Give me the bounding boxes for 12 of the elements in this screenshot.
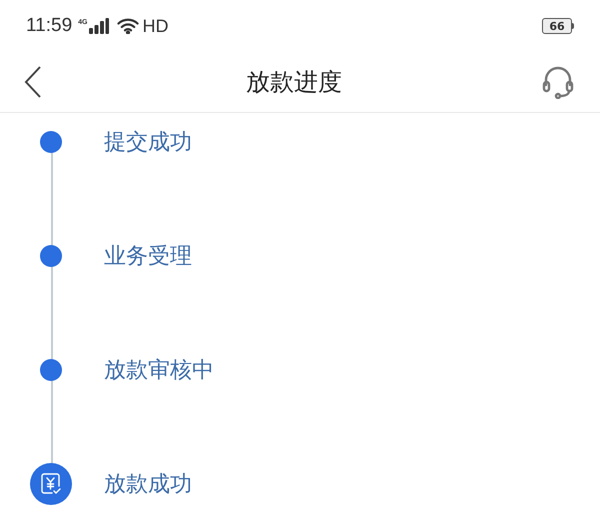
hd-indicator: HD — [142, 14, 168, 38]
step-label: 提交成功 — [104, 128, 192, 156]
headset-icon[interactable] — [540, 64, 576, 100]
step-label: 放款审核中 — [104, 356, 214, 384]
wifi-icon — [117, 18, 140, 34]
status-time: 11:59 — [26, 14, 72, 38]
step-label: 放款成功 — [104, 470, 192, 498]
battery-indicator: 66 — [542, 18, 572, 34]
money-receipt-icon — [41, 473, 61, 495]
step-label: 业务受理 — [104, 242, 192, 270]
signal-icon — [89, 18, 110, 34]
page-title: 放款进度 — [245, 67, 343, 98]
